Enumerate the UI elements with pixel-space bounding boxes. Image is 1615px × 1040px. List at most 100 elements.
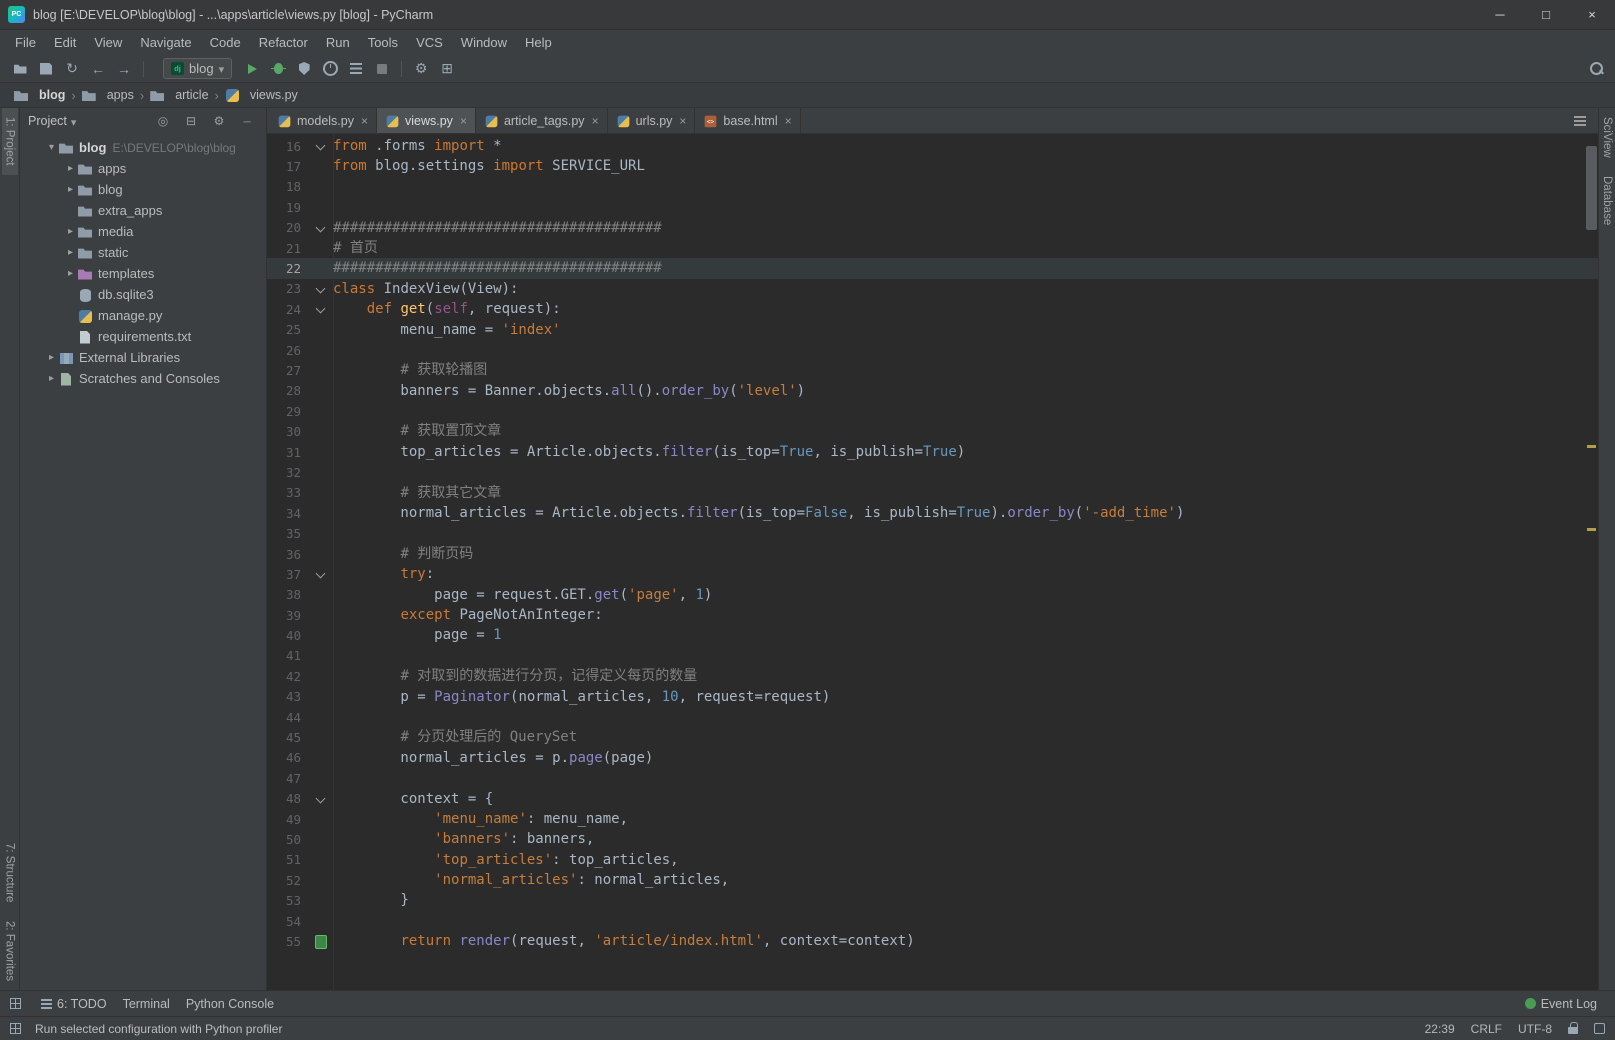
line-number[interactable]: 54	[267, 914, 309, 929]
line-number[interactable]: 43	[267, 689, 309, 704]
line-number[interactable]: 28	[267, 383, 309, 398]
bottom-tab-event-log[interactable]: Event Log	[1517, 995, 1605, 1013]
expand-arrow-icon[interactable]	[44, 142, 59, 153]
code-text[interactable]: # 获取其它文章	[333, 483, 1598, 503]
line-number[interactable]: 29	[267, 404, 309, 419]
code-text[interactable]: # 首页	[333, 238, 1598, 258]
code-line[interactable]: 27 # 获取轮播图	[267, 360, 1598, 380]
encoding-widget[interactable]: UTF-8	[1518, 1022, 1552, 1036]
line-number[interactable]: 32	[267, 465, 309, 480]
code-line[interactable]: 41	[267, 646, 1598, 666]
close-tab-icon[interactable]: ×	[592, 114, 599, 128]
tool-button-7-structure[interactable]: 7: Structure	[2, 834, 18, 911]
code-text[interactable]: # 获取置顶文章	[333, 421, 1598, 441]
editor-scrollbar[interactable]	[1584, 134, 1598, 990]
code-text[interactable]: 'banners': banners,	[333, 829, 1598, 849]
code-line[interactable]: 44	[267, 707, 1598, 727]
caret-position-widget[interactable]: 22:39	[1425, 1022, 1455, 1036]
line-number[interactable]: 20	[267, 220, 309, 235]
code-line[interactable]: 36 # 判断页码	[267, 544, 1598, 564]
menu-item-run[interactable]: Run	[317, 32, 359, 53]
menu-item-edit[interactable]: Edit	[45, 32, 85, 53]
fold-arrow-icon[interactable]	[309, 299, 333, 319]
line-number[interactable]: 37	[267, 567, 309, 582]
run-configuration-select[interactable]: dj blog	[163, 58, 233, 79]
tree-item-scratches-and-consoles[interactable]: Scratches and Consoles	[20, 368, 266, 389]
code-line[interactable]: 32	[267, 462, 1598, 482]
tab-list-icon[interactable]	[1574, 116, 1586, 126]
save-all-icon[interactable]	[36, 59, 56, 79]
tree-item-requirements-txt[interactable]: requirements.txt	[20, 326, 266, 347]
code-line[interactable]: 50 'banners': banners,	[267, 829, 1598, 849]
code-text[interactable]: page = request.GET.get('page', 1)	[333, 585, 1598, 605]
code-line[interactable]: 23 class IndexView(View):	[267, 279, 1598, 299]
code-line[interactable]: 34 normal_articles = Article.objects.fil…	[267, 503, 1598, 523]
code-line[interactable]: 31 top_articles = Article.objects.filter…	[267, 442, 1598, 462]
line-number[interactable]: 35	[267, 526, 309, 541]
fold-arrow-icon[interactable]	[309, 564, 333, 584]
line-number[interactable]: 22	[267, 261, 309, 276]
line-number[interactable]: 16	[267, 139, 309, 154]
tree-item-db-sqlite3[interactable]: db.sqlite3	[20, 284, 266, 305]
tab-base-html[interactable]: base.html ×	[695, 108, 801, 133]
line-number[interactable]: 47	[267, 771, 309, 786]
code-line[interactable]: 20 ######################################…	[267, 218, 1598, 238]
tool-button-2-favorites[interactable]: 2: Favorites	[2, 912, 18, 990]
line-number[interactable]: 25	[267, 322, 309, 337]
line-number[interactable]: 19	[267, 200, 309, 215]
menu-item-view[interactable]: View	[85, 32, 131, 53]
profiler-icon[interactable]	[320, 59, 340, 79]
editor[interactable]: 16 from .forms import * 17 from blog.settin…	[267, 134, 1598, 990]
code-line[interactable]: 24 def get(self, request):	[267, 299, 1598, 319]
menu-item-file[interactable]: File	[6, 32, 45, 53]
close-tab-icon[interactable]: ×	[679, 114, 686, 128]
plugins-icon[interactable]	[437, 59, 457, 79]
code-line[interactable]: 29	[267, 401, 1598, 421]
tab-models-py[interactable]: models.py ×	[269, 108, 377, 133]
breadcrumb-views-py[interactable]: views.py	[225, 88, 298, 102]
expand-arrow-icon[interactable]	[63, 184, 78, 195]
tool-window-switcher-icon[interactable]	[10, 998, 21, 1009]
line-number[interactable]: 23	[267, 281, 309, 296]
code-text[interactable]: 'menu_name': menu_name,	[333, 809, 1598, 829]
maximize-button[interactable]: □	[1523, 0, 1569, 29]
menu-item-tools[interactable]: Tools	[359, 32, 407, 53]
code-line[interactable]: 55 return render(request, 'article/index…	[267, 931, 1598, 951]
code-text[interactable]: normal_articles = Article.objects.filter…	[333, 503, 1598, 523]
line-number[interactable]: 17	[267, 159, 309, 174]
code-line[interactable]: 37 try:	[267, 564, 1598, 584]
bottom-tab-python-console[interactable]: Python Console	[178, 995, 282, 1013]
expand-arrow-icon[interactable]	[44, 373, 59, 384]
close-button[interactable]: ×	[1569, 0, 1615, 29]
warning-stripe-mark[interactable]	[1587, 445, 1596, 448]
line-number[interactable]: 45	[267, 730, 309, 745]
coverage-icon[interactable]	[294, 59, 314, 79]
run-icon[interactable]	[242, 59, 262, 79]
menu-item-navigate[interactable]: Navigate	[131, 32, 200, 53]
line-number[interactable]: 40	[267, 628, 309, 643]
code-text[interactable]: }	[333, 890, 1598, 910]
hide-icon[interactable]	[236, 114, 258, 128]
tree-item-blog[interactable]: blog	[20, 179, 266, 200]
code-line[interactable]: 38 page = request.GET.get('page', 1)	[267, 585, 1598, 605]
code-text[interactable]: class IndexView(View):	[333, 279, 1598, 299]
open-icon[interactable]	[10, 59, 30, 79]
code-line[interactable]: 21 # 首页	[267, 238, 1598, 258]
line-number[interactable]: 44	[267, 710, 309, 725]
tool-window-toggle-icon[interactable]	[10, 1023, 21, 1034]
code-text[interactable]: 'normal_articles': normal_articles,	[333, 870, 1598, 890]
code-text[interactable]: normal_articles = p.page(page)	[333, 748, 1598, 768]
code-line[interactable]: 51 'top_articles': top_articles,	[267, 850, 1598, 870]
code-line[interactable]: 18	[267, 177, 1598, 197]
line-number[interactable]: 26	[267, 343, 309, 358]
code-text[interactable]: #######################################	[333, 258, 1598, 278]
line-number[interactable]: 34	[267, 506, 309, 521]
code-text[interactable]: # 分页处理后的 QuerySet	[333, 727, 1598, 747]
locate-icon[interactable]	[152, 114, 174, 128]
tree-item-media[interactable]: media	[20, 221, 266, 242]
back-icon[interactable]	[88, 59, 108, 79]
code-line[interactable]: 53 }	[267, 890, 1598, 910]
code-text[interactable]: context = {	[333, 789, 1598, 809]
tree-item-static[interactable]: static	[20, 242, 266, 263]
code-line[interactable]: 40 page = 1	[267, 625, 1598, 645]
